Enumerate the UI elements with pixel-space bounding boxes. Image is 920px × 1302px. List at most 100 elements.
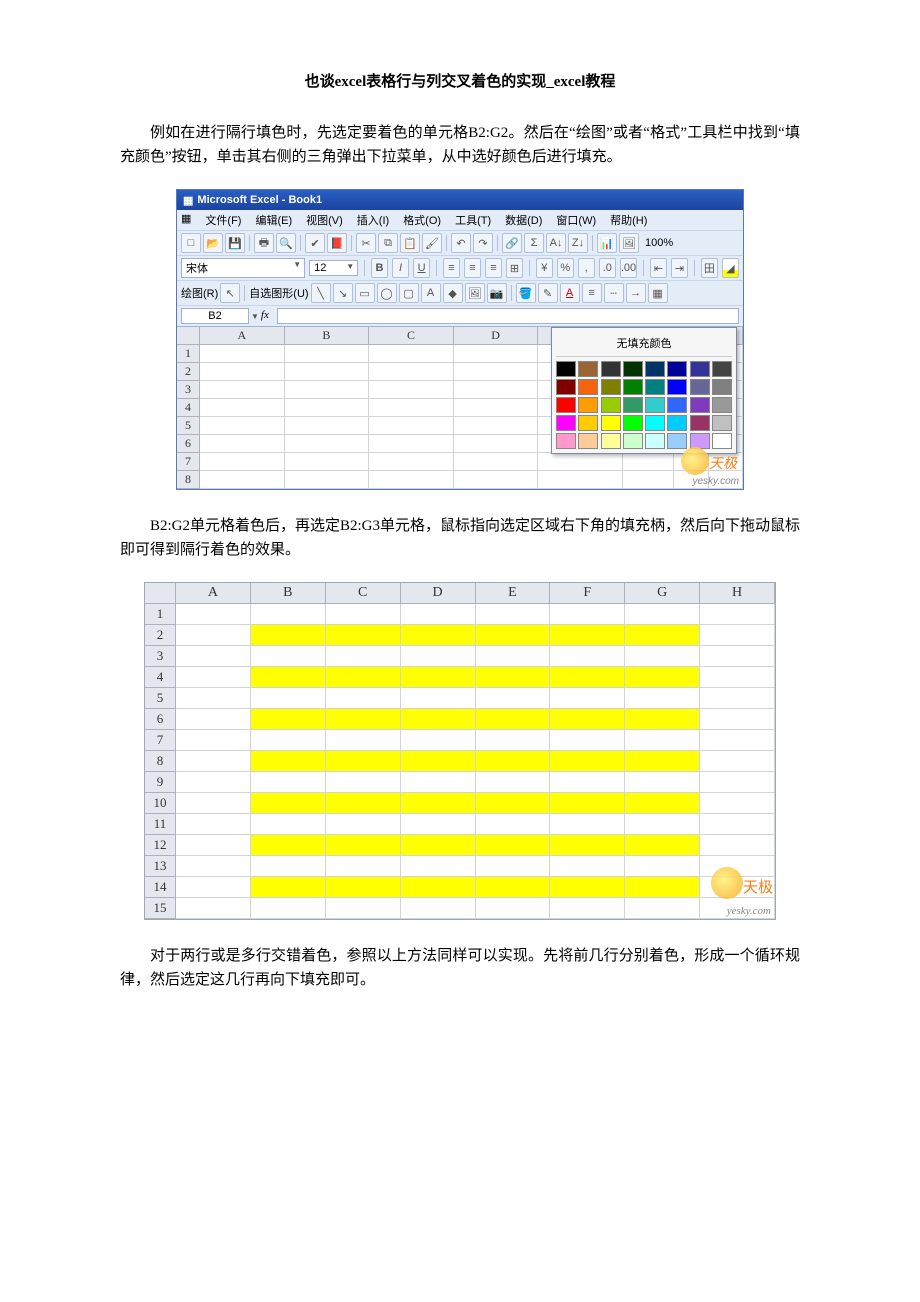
bold-icon[interactable]: B	[371, 258, 388, 278]
cell[interactable]	[625, 898, 700, 919]
cell[interactable]	[700, 688, 775, 709]
cell[interactable]	[176, 709, 251, 730]
row-header[interactable]: 5	[177, 417, 200, 435]
color-swatches[interactable]	[556, 361, 732, 449]
cell[interactable]	[550, 835, 625, 856]
cell[interactable]	[476, 604, 551, 625]
cell[interactable]	[700, 604, 775, 625]
cell[interactable]	[176, 688, 251, 709]
arrow-style-icon[interactable]: →	[626, 283, 646, 303]
color-swatch[interactable]	[601, 397, 621, 413]
cell[interactable]	[176, 898, 251, 919]
worksheet-grid[interactable]: A B C D E F G H 1 2 3 4 5 6 7 8 无填充颜色	[177, 326, 743, 489]
cell[interactable]	[550, 646, 625, 667]
cell[interactable]	[550, 814, 625, 835]
menu-data[interactable]: 数据(D)	[505, 212, 542, 228]
cell[interactable]	[176, 877, 251, 898]
color-swatch[interactable]	[667, 379, 687, 395]
color-swatch[interactable]	[601, 361, 621, 377]
cell[interactable]	[476, 751, 551, 772]
cell[interactable]	[176, 667, 251, 688]
row-header[interactable]: 15	[145, 898, 176, 919]
cell[interactable]	[700, 730, 775, 751]
col-header[interactable]: B	[251, 583, 326, 604]
cell[interactable]	[176, 856, 251, 877]
cell[interactable]	[550, 898, 625, 919]
print-icon[interactable]: 🖶	[254, 233, 274, 253]
cell[interactable]	[550, 793, 625, 814]
cell[interactable]	[176, 646, 251, 667]
save-icon[interactable]: 💾	[225, 233, 245, 253]
chart-icon[interactable]: 📊	[597, 233, 617, 253]
cell[interactable]	[326, 814, 401, 835]
color-swatch[interactable]	[712, 361, 732, 377]
undo-icon[interactable]: ↶	[451, 233, 471, 253]
color-swatch[interactable]	[578, 361, 598, 377]
cell[interactable]	[326, 835, 401, 856]
cell[interactable]	[401, 709, 476, 730]
color-swatch[interactable]	[645, 415, 665, 431]
cell[interactable]	[625, 835, 700, 856]
color-swatch[interactable]	[578, 415, 598, 431]
copy-icon[interactable]: ⧉	[378, 233, 398, 253]
clipart-icon[interactable]: 🖼	[465, 283, 485, 303]
cell[interactable]	[625, 730, 700, 751]
cell[interactable]	[476, 688, 551, 709]
cell[interactable]	[700, 709, 775, 730]
dec-decimal-icon[interactable]: .00	[620, 258, 637, 278]
color-swatch[interactable]	[712, 433, 732, 449]
cell[interactable]	[476, 814, 551, 835]
cell[interactable]	[251, 646, 326, 667]
cell[interactable]	[700, 667, 775, 688]
cell[interactable]	[326, 667, 401, 688]
row-header[interactable]: 4	[177, 399, 200, 417]
fontsize-combo[interactable]: 12	[309, 260, 358, 276]
cell[interactable]	[326, 730, 401, 751]
cell[interactable]	[625, 667, 700, 688]
color-swatch[interactable]	[623, 379, 643, 395]
inc-indent-icon[interactable]: ⇥	[671, 258, 688, 278]
cell[interactable]	[700, 751, 775, 772]
menu-window[interactable]: 窗口(W)	[556, 212, 596, 228]
redo-icon[interactable]: ↷	[473, 233, 493, 253]
cell[interactable]	[625, 877, 700, 898]
cell[interactable]	[176, 835, 251, 856]
autoshapes-menu[interactable]: 自选图形(U)	[249, 285, 308, 301]
cell[interactable]	[476, 856, 551, 877]
color-swatch[interactable]	[578, 397, 598, 413]
cell[interactable]	[326, 877, 401, 898]
cell[interactable]	[625, 814, 700, 835]
cell[interactable]	[401, 877, 476, 898]
cell[interactable]	[176, 751, 251, 772]
color-swatch[interactable]	[645, 379, 665, 395]
cell[interactable]	[251, 877, 326, 898]
color-swatch[interactable]	[601, 379, 621, 395]
cell[interactable]	[476, 667, 551, 688]
cell[interactable]	[326, 709, 401, 730]
dash-style-icon[interactable]: ┄	[604, 283, 624, 303]
row-header[interactable]: 9	[145, 772, 176, 793]
cell[interactable]	[476, 646, 551, 667]
format-painter-icon[interactable]: 🖌	[422, 233, 442, 253]
color-swatch[interactable]	[645, 433, 665, 449]
row-header[interactable]: 7	[145, 730, 176, 751]
drawing-icon[interactable]: 🖼	[619, 233, 639, 253]
cell[interactable]	[700, 814, 775, 835]
cell[interactable]	[401, 751, 476, 772]
research-icon[interactable]: 📕	[327, 233, 347, 253]
col-header[interactable]: F	[550, 583, 625, 604]
cell[interactable]	[476, 898, 551, 919]
color-swatch[interactable]	[667, 397, 687, 413]
row-header[interactable]: 1	[177, 345, 200, 363]
currency-icon[interactable]: ¥	[536, 258, 553, 278]
row-header[interactable]: 6	[177, 435, 200, 453]
row-header[interactable]: 3	[177, 381, 200, 399]
row-header[interactable]: 8	[177, 471, 200, 489]
row-header[interactable]: 2	[177, 363, 200, 381]
menu-bar[interactable]: ▦ 文件(F) 编辑(E) 视图(V) 插入(I) 格式(O) 工具(T) 数据…	[177, 210, 743, 230]
row-header[interactable]: 13	[145, 856, 176, 877]
cell[interactable]	[401, 898, 476, 919]
color-swatch[interactable]	[690, 397, 710, 413]
diagram-icon[interactable]: ◆	[443, 283, 463, 303]
line-style-icon[interactable]: ≡	[582, 283, 602, 303]
